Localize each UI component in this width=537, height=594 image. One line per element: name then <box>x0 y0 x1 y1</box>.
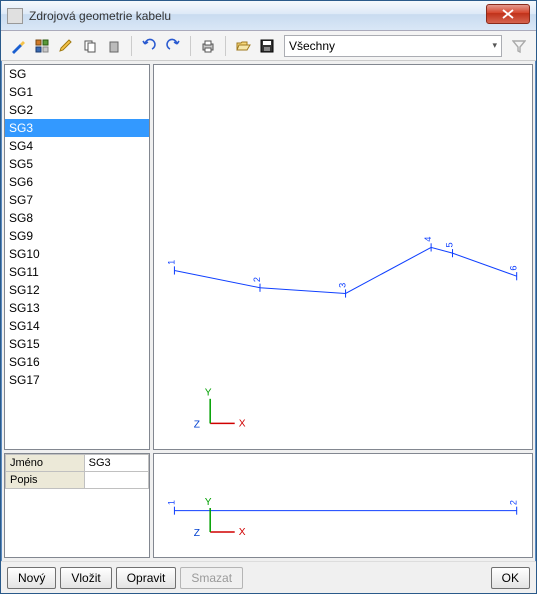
new-button-label: Nový <box>18 571 45 585</box>
edit-button[interactable] <box>55 35 77 57</box>
edit-button-label: Opravit <box>127 571 166 585</box>
geometry-list-pane: SGSG1SG2SG3SG4SG5SG6SG7SG8SG9SG10SG11SG1… <box>4 64 150 450</box>
app-icon <box>7 8 23 24</box>
viewport-3d-top[interactable]: 1 2 3 4 5 6 X Y Z <box>153 64 533 450</box>
dialog-window: Zdrojová geometrie kabelu Všechny ▾ SGSG… <box>0 0 537 594</box>
redo-button[interactable] <box>162 35 184 57</box>
svg-text:6: 6 <box>509 265 519 270</box>
svg-text:1: 1 <box>166 260 176 265</box>
svg-text:1: 1 <box>166 500 176 505</box>
delete-footer-button: Smazat <box>180 567 243 589</box>
filter-select[interactable]: Všechny ▾ <box>284 35 502 57</box>
svg-text:X: X <box>239 527 246 538</box>
edit-footer-button[interactable]: Opravit <box>116 567 177 589</box>
toolbar: Všechny ▾ <box>1 31 536 61</box>
geometry-list[interactable]: SGSG1SG2SG3SG4SG5SG6SG7SG8SG9SG10SG11SG1… <box>5 65 149 449</box>
copy-button[interactable] <box>79 35 101 57</box>
svg-text:Z: Z <box>194 419 200 430</box>
list-item[interactable]: SG <box>5 65 149 83</box>
list-item[interactable]: SG5 <box>5 155 149 173</box>
toolbar-separator <box>131 36 132 56</box>
list-item[interactable]: SG8 <box>5 209 149 227</box>
property-key: Popis <box>6 472 85 489</box>
list-item[interactable]: SG7 <box>5 191 149 209</box>
titlebar: Zdrojová geometrie kabelu <box>1 1 536 31</box>
properties-table: JménoSG3Popis <box>5 454 149 489</box>
new-button[interactable]: Nový <box>7 567 56 589</box>
close-button[interactable] <box>486 4 530 24</box>
list-item[interactable]: SG3 <box>5 119 149 137</box>
filter-funnel-button[interactable] <box>508 35 530 57</box>
list-item[interactable]: SG12 <box>5 281 149 299</box>
new-item-button[interactable] <box>7 35 29 57</box>
list-item[interactable]: SG6 <box>5 173 149 191</box>
list-item[interactable]: SG16 <box>5 353 149 371</box>
property-row: JménoSG3 <box>6 455 149 472</box>
list-item[interactable]: SG4 <box>5 137 149 155</box>
svg-text:2: 2 <box>509 500 519 505</box>
toolset-button[interactable] <box>31 35 53 57</box>
list-item[interactable]: SG1 <box>5 83 149 101</box>
close-icon <box>502 9 514 19</box>
footer: Nový Vložit Opravit Smazat OK <box>1 561 536 593</box>
property-key: Jméno <box>6 455 85 472</box>
svg-text:X: X <box>239 418 246 429</box>
property-value[interactable]: SG3 <box>84 455 148 472</box>
svg-text:Y: Y <box>205 388 212 399</box>
geometry-chart-bottom: 1 2 X Y Z <box>154 454 532 557</box>
dropdown-arrow-icon: ▾ <box>492 40 497 51</box>
list-item[interactable]: SG10 <box>5 245 149 263</box>
list-item[interactable]: SG13 <box>5 299 149 317</box>
filter-select-value: Všechny <box>289 39 335 53</box>
property-value[interactable] <box>84 472 148 489</box>
list-item[interactable]: SG9 <box>5 227 149 245</box>
svg-text:2: 2 <box>252 277 262 282</box>
dialog-body: SGSG1SG2SG3SG4SG5SG6SG7SG8SG9SG10SG11SG1… <box>1 61 536 561</box>
svg-text:5: 5 <box>445 242 455 247</box>
properties-pane: JménoSG3Popis <box>4 453 150 558</box>
paste-button-label: Vložit <box>71 571 100 585</box>
paste-button[interactable]: Vložit <box>60 567 111 589</box>
list-item[interactable]: SG11 <box>5 263 149 281</box>
property-row: Popis <box>6 472 149 489</box>
svg-text:3: 3 <box>338 283 348 288</box>
delete-toolbar-button[interactable] <box>103 35 125 57</box>
toolbar-separator <box>190 36 191 56</box>
undo-button[interactable] <box>138 35 160 57</box>
save-button[interactable] <box>256 35 278 57</box>
svg-text:4: 4 <box>423 237 433 242</box>
viewport-3d-bottom[interactable]: 1 2 X Y Z <box>153 453 533 558</box>
right-column: 1 2 3 4 5 6 X Y Z 1 2 X Y Z <box>153 64 533 558</box>
list-item[interactable]: SG15 <box>5 335 149 353</box>
print-button[interactable] <box>197 35 219 57</box>
list-item[interactable]: SG2 <box>5 101 149 119</box>
ok-button-label: OK <box>502 571 519 585</box>
svg-text:Z: Z <box>194 528 200 539</box>
toolbar-separator <box>225 36 226 56</box>
geometry-chart-top: 1 2 3 4 5 6 X Y Z <box>154 65 532 449</box>
left-column: SGSG1SG2SG3SG4SG5SG6SG7SG8SG9SG10SG11SG1… <box>4 64 150 558</box>
svg-text:Y: Y <box>205 497 212 508</box>
open-button[interactable] <box>232 35 254 57</box>
list-item[interactable]: SG17 <box>5 371 149 389</box>
list-item[interactable]: SG14 <box>5 317 149 335</box>
delete-button-label: Smazat <box>191 571 232 585</box>
ok-button[interactable]: OK <box>491 567 530 589</box>
window-title: Zdrojová geometrie kabelu <box>29 9 171 23</box>
